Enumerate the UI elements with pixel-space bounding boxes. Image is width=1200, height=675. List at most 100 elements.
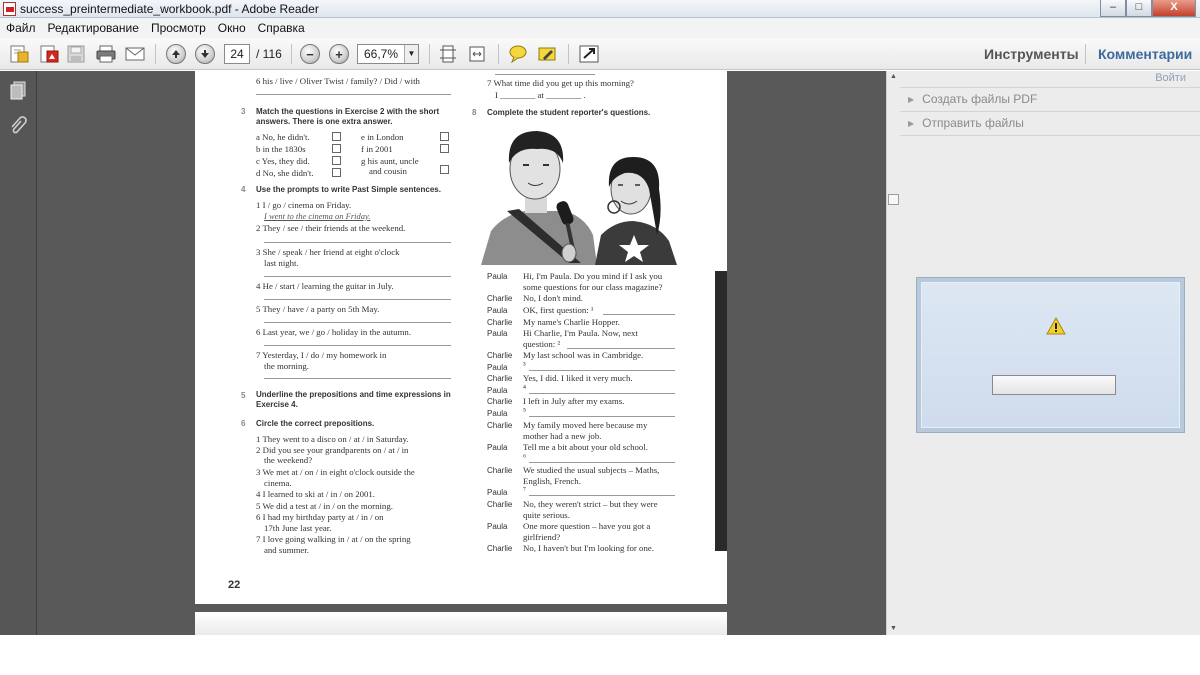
create-pdf-button[interactable] — [8, 43, 30, 65]
ex8-title: Complete the student reporter's question… — [487, 108, 651, 117]
dialogue-line: ⁴ — [523, 383, 527, 393]
dialogue-line: mother had a new job. — [523, 431, 602, 441]
zoom-value: 66,7% — [363, 47, 399, 61]
maximize-button[interactable]: □ — [1126, 0, 1152, 17]
ex3-answer-f: f in 2001 — [361, 144, 393, 154]
ex3-title-line2: answers. There is one extra answer. — [256, 117, 393, 126]
document-area[interactable]: 6 his / live / Oliver Twist / family? / … — [37, 71, 886, 635]
menu-edit[interactable]: Редактирование — [48, 21, 139, 35]
fit-page-button[interactable] — [438, 43, 458, 65]
menu-file[interactable]: Файл — [6, 21, 36, 35]
email-button[interactable] — [124, 43, 146, 65]
page-edge-shadow — [715, 271, 727, 551]
ex6-item-2-line2: the weekend? — [264, 455, 313, 465]
dialogue-line: some questions for our class magazine? — [523, 282, 663, 292]
page-number-input[interactable]: 24 — [224, 44, 250, 64]
add-comment-button[interactable] — [508, 43, 528, 65]
next-page-button[interactable] — [195, 43, 215, 65]
expand-icon — [579, 45, 599, 63]
ex4-item-6: 6 Last year, we / go / holiday in the au… — [256, 327, 412, 337]
dialogue-line: We studied the usual subjects – Maths, — [523, 465, 660, 475]
ex6-title: Circle the correct prepositions. — [256, 419, 375, 428]
page-thumbnails-button[interactable] — [8, 79, 28, 101]
close-button[interactable]: X — [1152, 0, 1196, 17]
create-pdf-icon — [10, 45, 29, 63]
signin-link[interactable]: Войти — [1155, 72, 1186, 84]
dialogue-line: My family moved here because my — [523, 420, 648, 430]
dialogue-line: I left in July after my exams. — [523, 396, 625, 406]
menu-help[interactable]: Справка — [258, 21, 305, 35]
ex6-item-5: 5 We did a test at / in / on the morning… — [256, 501, 393, 511]
envelope-icon — [125, 47, 145, 61]
speaker: Charlie — [487, 500, 513, 509]
plus-icon: + — [329, 44, 349, 64]
dialogue-line: One more question – have you got a — [523, 521, 651, 531]
attachments-button[interactable] — [8, 115, 28, 137]
warning-icon — [1046, 317, 1066, 335]
ex3-answer-e: e in London — [361, 132, 404, 142]
speaker: Charlie — [487, 318, 513, 327]
fit-width-button[interactable] — [467, 43, 487, 65]
student-reporter-illustration — [473, 123, 683, 265]
speaker: Charlie — [487, 294, 513, 303]
vertical-scrollbar[interactable]: ▲ ▼ — [886, 71, 900, 635]
zoom-select[interactable]: 66,7% ▼ — [357, 44, 419, 64]
speaker: Paula — [487, 443, 508, 452]
scroll-up-icon[interactable]: ▲ — [887, 71, 900, 83]
scroll-down-icon[interactable]: ▼ — [887, 623, 900, 635]
ex3-answer-g: g his aunt, uncle — [361, 156, 419, 166]
dialogue-line: ³ — [523, 360, 526, 370]
expand-button[interactable] — [578, 43, 600, 65]
ex4-item-3-line2: last night. — [264, 258, 299, 268]
ex3-answer-d: d No, she didn't. — [256, 168, 314, 178]
pdf-page: 6 his / live / Oliver Twist / family? / … — [195, 71, 727, 604]
fit-width-icon — [469, 46, 485, 62]
checkbox — [332, 156, 341, 165]
ex4-item-1: 1 I / go / cinema on Friday. — [256, 200, 352, 210]
dialogue-line: girlfriend? — [523, 532, 561, 542]
ex6-item-3: 3 We met at / on / in eight o'clock outs… — [256, 467, 415, 477]
minimize-button[interactable]: – — [1100, 0, 1126, 17]
printer-icon — [96, 45, 116, 63]
create-pdf-files-item[interactable]: ▶ Создать файлы PDF — [908, 92, 1037, 106]
tab-tools[interactable]: Инструменты — [984, 46, 1079, 62]
save-button[interactable] — [66, 43, 86, 65]
send-files-item[interactable]: ▶ Отправить файлы — [908, 116, 1024, 130]
tab-comments[interactable]: Комментарии — [1098, 46, 1192, 62]
print-button[interactable] — [95, 43, 117, 65]
ex3-answer-c: c Yes, they did. — [256, 156, 310, 166]
arrow-up-icon — [166, 44, 186, 64]
menu-window[interactable]: Окно — [218, 21, 246, 35]
ex8-number: 8 — [472, 108, 477, 117]
checkbox — [332, 144, 341, 153]
speaker: Paula — [487, 522, 508, 531]
scrollbar-thumb[interactable] — [888, 194, 899, 205]
dialogue-line: ⁶ — [523, 452, 527, 462]
checkbox — [440, 144, 449, 153]
dialogue-line: English, French. — [523, 476, 581, 486]
ex5-title: Underline the prepositions and time expr… — [256, 390, 451, 399]
create-pdf-from-file-button[interactable] — [38, 43, 60, 65]
ex4-item-4: 4 He / start / learning the guitar in Ju… — [256, 281, 394, 291]
menu-view[interactable]: Просмотр — [151, 21, 206, 35]
dialogue-line: Hi, I'm Paula. Do you mind if I ask you — [523, 271, 663, 281]
zoom-in-button[interactable]: + — [329, 43, 349, 65]
dialogue-line: OK, first question: ¹ — [523, 305, 594, 315]
dialogue-line: ⁵ — [523, 406, 527, 416]
previous-page-button[interactable] — [166, 43, 186, 65]
ex6-item-7-line2: and summer. — [264, 545, 309, 555]
highlight-button[interactable] — [537, 43, 557, 65]
arrow-down-icon — [195, 44, 215, 64]
speaker: Charlie — [487, 466, 513, 475]
status-area — [0, 635, 1200, 675]
total-pages: / 116 — [256, 47, 282, 61]
zoom-out-button[interactable]: − — [300, 43, 320, 65]
dialog-button[interactable] — [992, 375, 1116, 395]
ex7-item-7-answer: I ________ at ________ . — [495, 90, 586, 100]
paperclip-icon — [11, 116, 27, 134]
chevron-down-icon: ▼ — [404, 45, 418, 63]
speaker: Paula — [487, 306, 508, 315]
ex4-item-7: 7 Yesterday, I / do / my homework in — [256, 350, 387, 360]
ex5-number: 5 — [241, 391, 246, 400]
ex4-item-2: 2 They / see / their friends at the week… — [256, 223, 406, 233]
